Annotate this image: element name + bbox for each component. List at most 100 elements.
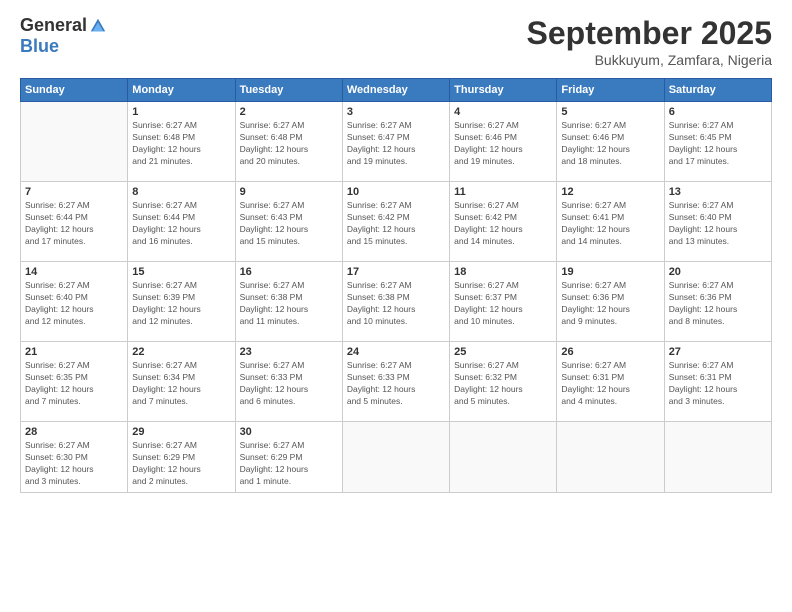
day-number: 11 xyxy=(454,186,552,198)
day-info: Sunrise: 6:27 AMSunset: 6:45 PMDaylight:… xyxy=(669,120,767,168)
day-number: 18 xyxy=(454,266,552,278)
day-number: 30 xyxy=(240,426,338,438)
title-block: September 2025 Bukkuyum, Zamfara, Nigeri… xyxy=(527,15,772,68)
month-title: September 2025 xyxy=(527,15,772,52)
day-number: 7 xyxy=(25,186,123,198)
day-of-week-header: Thursday xyxy=(450,79,557,102)
calendar-cell: 30Sunrise: 6:27 AMSunset: 6:29 PMDayligh… xyxy=(235,422,342,493)
day-of-week-header: Wednesday xyxy=(342,79,449,102)
calendar-cell xyxy=(557,422,664,493)
calendar-cell: 11 Sunrise: 6:27 AMSunset: 6:42 PMDayligh… xyxy=(450,182,557,262)
day-number: 8 xyxy=(132,186,230,198)
calendar-cell: 8 Sunrise: 6:27 AMSunset: 6:44 PMDaylight… xyxy=(128,182,235,262)
day-info: Sunrise: 6:27 AMSunset: 6:33 PMDaylight:… xyxy=(240,360,338,408)
logo-icon xyxy=(89,17,107,35)
day-number: 26 xyxy=(561,346,659,358)
calendar-cell: 7Sunrise: 6:27 AMSunset: 6:44 PMDaylight… xyxy=(21,182,128,262)
logo-general-text: General xyxy=(20,15,87,36)
day-number: 29 xyxy=(132,426,230,438)
day-number: 1 xyxy=(132,106,230,118)
day-info: Sunrise: 6:27 AMSunset: 6:34 PMDaylight:… xyxy=(132,360,230,408)
day-info: Sunrise: 6:27 AMSunset: 6:46 PMDaylight:… xyxy=(561,120,659,168)
calendar-cell xyxy=(450,422,557,493)
day-info: Sunrise: 6:27 AMSunset: 6:37 PMDaylight:… xyxy=(454,280,552,328)
calendar-cell: 4 Sunrise: 6:27 AMSunset: 6:46 PMDaylight… xyxy=(450,102,557,182)
day-number: 9 xyxy=(240,186,338,198)
day-number: 23 xyxy=(240,346,338,358)
day-number: 24 xyxy=(347,346,445,358)
day-number: 5 xyxy=(561,106,659,118)
day-number: 15 xyxy=(132,266,230,278)
calendar-cell: 24 Sunrise: 6:27 AMSunset: 6:33 PMDayligh… xyxy=(342,342,449,422)
day-info: Sunrise: 6:27 AMSunset: 6:44 PMDaylight:… xyxy=(132,200,230,248)
calendar-cell: 28 Sunrise: 6:27 AMSunset: 6:30 PMDayligh… xyxy=(21,422,128,493)
day-of-week-header: Monday xyxy=(128,79,235,102)
day-info: Sunrise: 6:27 AMSunset: 6:30 PMDaylight:… xyxy=(25,440,123,488)
day-number: 13 xyxy=(669,186,767,198)
day-info: Sunrise: 6:27 AMSunset: 6:38 PMDaylight:… xyxy=(240,280,338,328)
calendar-cell: 26 Sunrise: 6:27 AMSunset: 6:31 PMDayligh… xyxy=(557,342,664,422)
calendar-cell: 27 Sunrise: 6:27 AMSunset: 6:31 PMDayligh… xyxy=(664,342,771,422)
calendar-cell: 25 Sunrise: 6:27 AMSunset: 6:32 PMDayligh… xyxy=(450,342,557,422)
logo: General Blue xyxy=(20,15,107,57)
day-info: Sunrise: 6:27 AMSunset: 6:36 PMDaylight:… xyxy=(669,280,767,328)
day-info: Sunrise: 6:27 AMSunset: 6:31 PMDaylight:… xyxy=(561,360,659,408)
day-of-week-header: Tuesday xyxy=(235,79,342,102)
day-number: 19 xyxy=(561,266,659,278)
day-info: Sunrise: 6:27 AMSunset: 6:40 PMDaylight:… xyxy=(25,280,123,328)
day-of-week-header: Sunday xyxy=(21,79,128,102)
calendar-cell: 2Sunrise: 6:27 AMSunset: 6:48 PMDaylight… xyxy=(235,102,342,182)
day-info: Sunrise: 6:27 AMSunset: 6:43 PMDaylight:… xyxy=(240,200,338,248)
day-number: 10 xyxy=(347,186,445,198)
day-info: Sunrise: 6:27 AMSunset: 6:31 PMDaylight:… xyxy=(669,360,767,408)
calendar-cell xyxy=(342,422,449,493)
day-info: Sunrise: 6:27 AMSunset: 6:32 PMDaylight:… xyxy=(454,360,552,408)
day-number: 3 xyxy=(347,106,445,118)
calendar-cell: 5 Sunrise: 6:27 AMSunset: 6:46 PMDaylight… xyxy=(557,102,664,182)
day-info: Sunrise: 6:27 AMSunset: 6:46 PMDaylight:… xyxy=(454,120,552,168)
location-subtitle: Bukkuyum, Zamfara, Nigeria xyxy=(527,52,772,68)
day-number: 21 xyxy=(25,346,123,358)
day-number: 20 xyxy=(669,266,767,278)
calendar-cell: 21 Sunrise: 6:27 AMSunset: 6:35 PMDayligh… xyxy=(21,342,128,422)
calendar-cell: 10 Sunrise: 6:27 AMSunset: 6:42 PMDayligh… xyxy=(342,182,449,262)
day-info: Sunrise: 6:27 AMSunset: 6:41 PMDaylight:… xyxy=(561,200,659,248)
calendar-cell: 6 Sunrise: 6:27 AMSunset: 6:45 PMDaylight… xyxy=(664,102,771,182)
calendar-cell: 9 Sunrise: 6:27 AMSunset: 6:43 PMDaylight… xyxy=(235,182,342,262)
day-info: Sunrise: 6:27 AMSunset: 6:42 PMDaylight:… xyxy=(347,200,445,248)
calendar-cell xyxy=(21,102,128,182)
calendar-cell: 29Sunrise: 6:27 AMSunset: 6:29 PMDayligh… xyxy=(128,422,235,493)
day-info: Sunrise: 6:27 AMSunset: 6:47 PMDaylight:… xyxy=(347,120,445,168)
day-info: Sunrise: 6:27 AMSunset: 6:39 PMDaylight:… xyxy=(132,280,230,328)
calendar-cell: 15 Sunrise: 6:27 AMSunset: 6:39 PMDayligh… xyxy=(128,262,235,342)
calendar-header-row: SundayMondayTuesdayWednesdayThursdayFrid… xyxy=(21,79,772,102)
day-number: 14 xyxy=(25,266,123,278)
calendar-cell: 20 Sunrise: 6:27 AMSunset: 6:36 PMDayligh… xyxy=(664,262,771,342)
calendar-cell: 3 Sunrise: 6:27 AMSunset: 6:47 PMDaylight… xyxy=(342,102,449,182)
day-number: 17 xyxy=(347,266,445,278)
day-info: Sunrise: 6:27 AMSunset: 6:35 PMDaylight:… xyxy=(25,360,123,408)
day-info: Sunrise: 6:27 AMSunset: 6:33 PMDaylight:… xyxy=(347,360,445,408)
calendar-cell: 16Sunrise: 6:27 AMSunset: 6:38 PMDayligh… xyxy=(235,262,342,342)
day-of-week-header: Saturday xyxy=(664,79,771,102)
day-info: Sunrise: 6:27 AMSunset: 6:48 PMDaylight:… xyxy=(132,120,230,168)
day-number: 27 xyxy=(669,346,767,358)
calendar-cell: 23 Sunrise: 6:27 AMSunset: 6:33 PMDayligh… xyxy=(235,342,342,422)
day-info: Sunrise: 6:27 AMSunset: 6:38 PMDaylight:… xyxy=(347,280,445,328)
day-number: 28 xyxy=(25,426,123,438)
calendar-cell: 17 Sunrise: 6:27 AMSunset: 6:38 PMDayligh… xyxy=(342,262,449,342)
day-number: 25 xyxy=(454,346,552,358)
calendar-cell: 19Sunrise: 6:27 AMSunset: 6:36 PMDayligh… xyxy=(557,262,664,342)
day-number: 4 xyxy=(454,106,552,118)
day-info: Sunrise: 6:27 AMSunset: 6:40 PMDaylight:… xyxy=(669,200,767,248)
calendar-cell: 1 Sunrise: 6:27 AMSunset: 6:48 PMDaylight… xyxy=(128,102,235,182)
logo-blue-text: Blue xyxy=(20,36,59,57)
calendar-cell: 18 Sunrise: 6:27 AMSunset: 6:37 PMDayligh… xyxy=(450,262,557,342)
day-info: Sunrise: 6:27 AMSunset: 6:42 PMDaylight:… xyxy=(454,200,552,248)
calendar-cell: 22Sunrise: 6:27 AMSunset: 6:34 PMDayligh… xyxy=(128,342,235,422)
page: General Blue September 2025 Bukkuyum, Za… xyxy=(0,0,792,612)
day-info: Sunrise: 6:27 AMSunset: 6:48 PMDaylight:… xyxy=(240,120,338,168)
calendar-cell: 14 Sunrise: 6:27 AMSunset: 6:40 PMDayligh… xyxy=(21,262,128,342)
calendar-cell: 12Sunrise: 6:27 AMSunset: 6:41 PMDayligh… xyxy=(557,182,664,262)
day-number: 6 xyxy=(669,106,767,118)
